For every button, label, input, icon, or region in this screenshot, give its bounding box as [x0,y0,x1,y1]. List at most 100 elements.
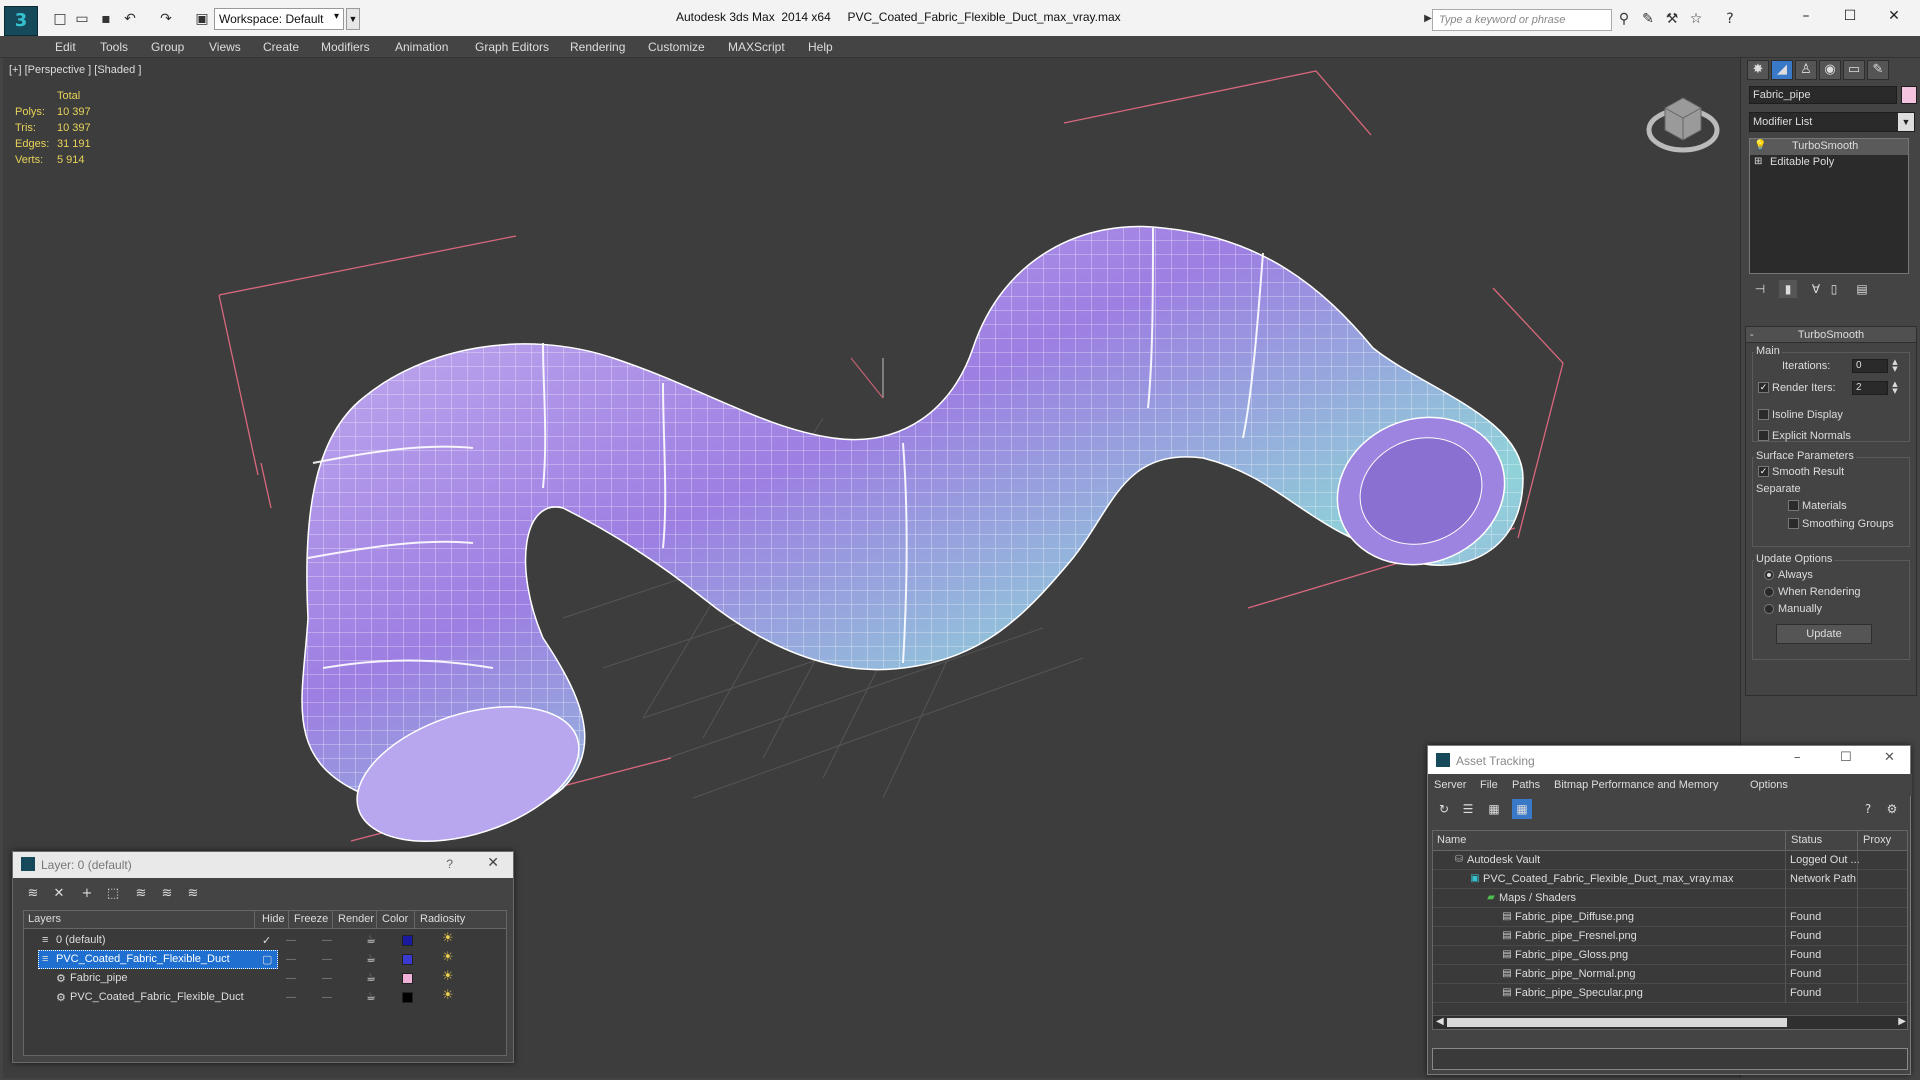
always-radio[interactable] [1764,570,1774,580]
teapot-icon[interactable]: ☕ [366,990,376,1003]
col-proxy[interactable]: Proxy [1863,834,1891,846]
stack-item-editable-poly[interactable]: ⊞ Editable Poly [1750,155,1908,171]
asset-path-field[interactable] [1432,1048,1908,1070]
highlight-layer-icon[interactable]: ≋ [131,884,151,904]
help-icon[interactable]: ? [1720,9,1740,29]
settings-icon[interactable]: ⚙ [1882,799,1902,819]
menu-paths[interactable]: Paths [1512,779,1540,791]
table-view-icon[interactable]: ▦ [1512,799,1532,819]
communication-icon[interactable]: ⚒ [1662,9,1682,29]
layer-color-swatch[interactable] [402,935,413,946]
object-name-field[interactable]: Fabric_pipe [1749,86,1897,104]
new-file-icon[interactable]: □ [50,9,70,29]
menu-help[interactable]: Help [808,40,833,54]
asset-row[interactable]: ▤ Fabric_pipe_Specular.png Found [1433,984,1907,1003]
iterations-spinner[interactable]: 0 [1852,359,1888,373]
show-end-result-icon[interactable]: ▮ [1779,280,1797,298]
freeze-toggle[interactable]: — [322,992,332,1003]
layer-row[interactable]: ⚙ Fabric_pipe — — ☕ ☀ [24,969,506,988]
redo-icon[interactable]: ↷ [156,9,176,29]
col-radiosity[interactable]: Radiosity [420,913,465,925]
hide-toggle[interactable]: — [286,935,296,946]
close-button[interactable]: ✕ [1874,5,1914,27]
maximize-button[interactable]: ☐ [1830,5,1870,27]
isoline-display-checkbox[interactable] [1758,409,1769,420]
when-rendering-radio[interactable] [1764,587,1774,597]
teapot-icon[interactable]: ☕ [366,971,376,984]
render-iters-spinner[interactable]: 2 [1852,381,1888,395]
viewcube-icon[interactable] [1643,86,1723,156]
layer-window-titlebar[interactable]: Layer: 0 (default) ? ✕ [13,852,513,878]
refresh-icon[interactable]: ↻ [1434,799,1454,819]
asset-row[interactable]: ⛁ Autodesk Vault Logged Out ... [1433,851,1907,870]
freeze-toggle[interactable]: — [322,954,332,965]
manually-radio[interactable] [1764,604,1774,614]
freeze-toggle[interactable]: — [322,935,332,946]
remove-modifier-icon[interactable]: ▯ [1825,280,1843,298]
layer-row[interactable]: ⚙ PVC_Coated_Fabric_Flexible_Duct — — ☕ … [24,988,506,1007]
active-toggle-icon[interactable]: ▢ [262,953,272,966]
create-tab-icon[interactable]: ✸ [1747,60,1769,80]
open-file-icon[interactable]: ▭ [72,9,92,29]
radiosity-icon[interactable]: ☀ [442,969,454,984]
layers-icon[interactable]: ≋ [23,884,43,904]
explicit-normals-checkbox[interactable] [1758,430,1769,441]
subscription-icon[interactable]: ✎ [1638,9,1658,29]
app-menu-button[interactable]: 3 [4,6,38,36]
hierarchy-tab-icon[interactable]: ♙ [1795,60,1817,80]
active-check-icon[interactable]: ✓ [262,934,271,947]
menu-tools[interactable]: Tools [100,40,128,54]
favorites-star-icon[interactable]: ☆ [1686,9,1706,29]
minimize-button[interactable]: – [1794,750,1801,765]
undo-icon[interactable]: ↶ [120,9,140,29]
menu-modifiers[interactable]: Modifiers [321,40,370,54]
menu-graph-editors[interactable]: Graph Editors [475,40,549,54]
asset-row[interactable]: ▤ Fabric_pipe_Gloss.png Found [1433,946,1907,965]
add-layer-icon[interactable]: + [77,884,97,904]
smooth-result-checkbox[interactable]: ✓ [1758,466,1769,477]
search-input[interactable]: Type a keyword or phrase [1432,9,1612,31]
asset-row[interactable]: ▤ Fabric_pipe_Diffuse.png Found [1433,908,1907,927]
hide-toggle[interactable]: — [286,954,296,965]
teapot-icon[interactable]: ☕ [366,933,376,946]
layer-row[interactable]: ≡ PVC_Coated_Fabric_Flexible_Duct ▢ — — … [24,950,506,969]
binoculars-icon[interactable]: ⚲ [1614,9,1634,29]
menu-maxscript[interactable]: MAXScript [728,40,785,54]
asset-row[interactable]: ▰ Maps / Shaders [1433,889,1907,908]
menu-views[interactable]: Views [209,40,241,54]
menu-group[interactable]: Group [151,40,184,54]
workspace-options-icon[interactable]: ▼ [346,8,360,30]
radiosity-icon[interactable]: ☀ [442,988,454,1003]
scroll-right-icon[interactable]: ▶ [1898,1016,1906,1027]
menu-bitmap-performance[interactable]: Bitmap Performance and Memory [1554,779,1718,791]
display-tab-icon[interactable]: ▭ [1843,60,1865,80]
hide-toggle[interactable]: — [286,973,296,984]
col-render[interactable]: Render [338,913,374,925]
layer-color-swatch[interactable] [402,973,413,984]
menu-create[interactable]: Create [263,40,299,54]
spinner-arrows-icon[interactable]: ▲ ▼ [1890,359,1900,373]
configure-sets-icon[interactable]: ▤ [1853,280,1871,298]
close-icon[interactable]: ✕ [487,855,499,871]
col-layers[interactable]: Layers [28,913,61,925]
col-hide[interactable]: Hide [262,913,285,925]
asset-row[interactable]: ▣ PVC_Coated_Fabric_Flexible_Duct_max_vr… [1433,870,1907,889]
scrollbar-thumb[interactable] [1447,1018,1787,1027]
select-objects-icon[interactable]: ⬚ [103,884,123,904]
scroll-left-icon[interactable]: ◀ [1436,1016,1444,1027]
lightbulb-icon[interactable]: 💡 [1754,140,1766,151]
expand-plus-icon[interactable]: ⊞ [1754,156,1762,167]
update-button[interactable]: Update [1776,624,1872,644]
col-status[interactable]: Status [1791,834,1822,846]
layer-color-swatch[interactable] [402,954,413,965]
utilities-tab-icon[interactable]: ✎ [1867,60,1889,80]
object-color-swatch[interactable] [1901,86,1917,104]
asset-row[interactable]: ▤ Fabric_pipe_Fresnel.png Found [1433,927,1907,946]
help-icon[interactable]: ? [446,857,453,871]
col-freeze[interactable]: Freeze [294,913,328,925]
workspace-dropdown[interactable]: Workspace: Default ▾ [214,8,344,30]
smoothing-groups-checkbox[interactable] [1788,518,1799,529]
teapot-icon[interactable]: ☕ [366,952,376,965]
radiosity-icon[interactable]: ☀ [442,950,454,965]
motion-tab-icon[interactable]: ◉ [1819,60,1841,80]
